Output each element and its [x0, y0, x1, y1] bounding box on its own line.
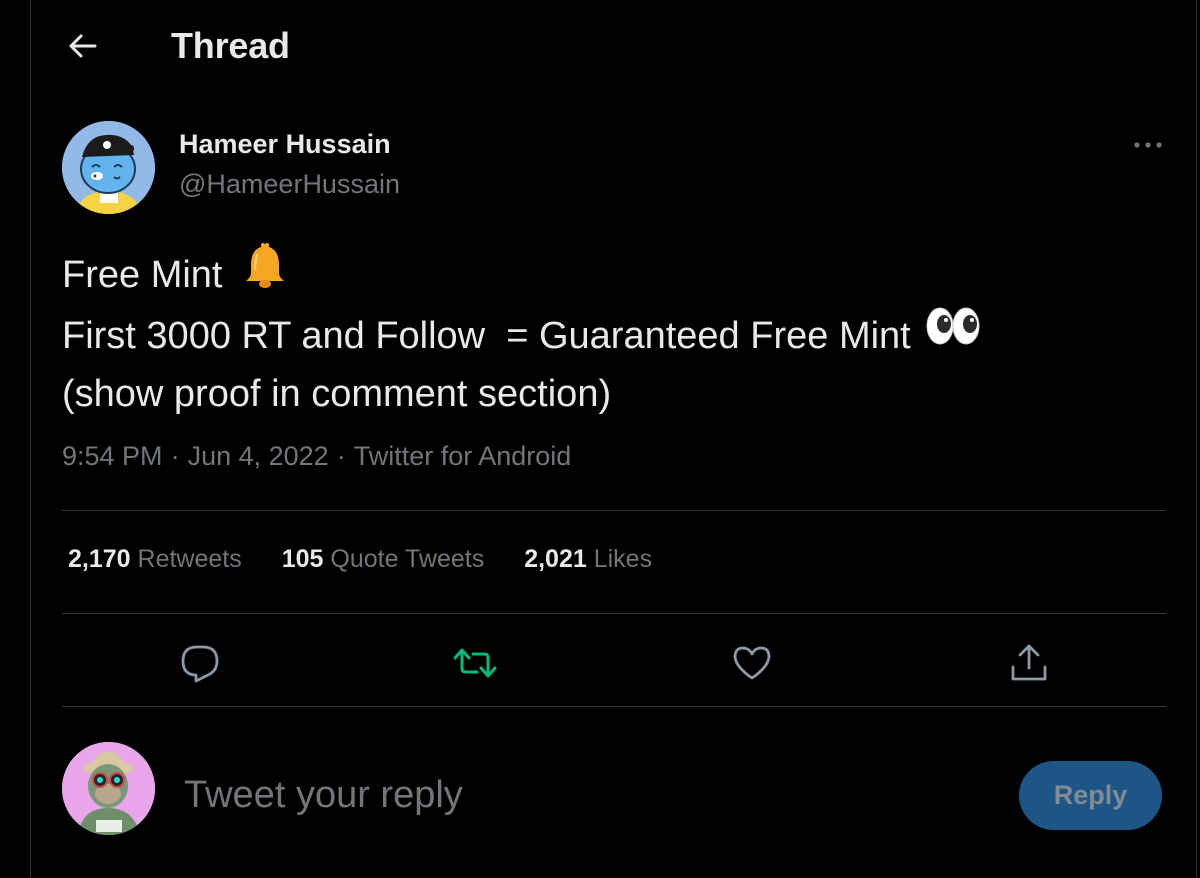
- divider: [62, 613, 1166, 614]
- author-name[interactable]: Hameer Hussain: [179, 129, 391, 160]
- thread-header: Thread: [60, 18, 290, 74]
- reply-submit-button[interactable]: Reply: [1019, 761, 1162, 830]
- page-title: Thread: [171, 25, 290, 66]
- tweet-source[interactable]: Twitter for Android: [354, 441, 572, 472]
- tweet-author: Hameer Hussain @HameerHussain: [62, 121, 1172, 215]
- column-border-right: [1196, 0, 1197, 878]
- user-avatar[interactable]: [62, 742, 155, 835]
- tweet-text: Free Mint First 3000 RT and Follow = Gua…: [62, 243, 1172, 422]
- ape-avatar-icon: [62, 742, 155, 835]
- quote-tweets-stat[interactable]: 105 Quote Tweets: [282, 545, 484, 574]
- back-button[interactable]: [60, 24, 104, 68]
- heart-icon: [733, 646, 771, 680]
- bell-emoji-icon: [245, 241, 285, 305]
- tweet-line: Free Mint: [62, 243, 1172, 309]
- column-border-left: [30, 0, 31, 878]
- retweet-button[interactable]: [450, 638, 500, 688]
- tweet-line: (show proof in comment section): [62, 373, 612, 415]
- tweet-actions: [62, 620, 1166, 706]
- author-handle[interactable]: @HameerHussain: [179, 169, 400, 200]
- tweet-meta: 9:54 PM · Jun 4, 2022 · Twitter for Andr…: [62, 441, 571, 472]
- reply-icon: [181, 645, 219, 683]
- tweet-stats: 2,170 Retweets 105 Quote Tweets 2,021 Li…: [68, 545, 692, 574]
- likes-stat[interactable]: 2,021 Likes: [524, 545, 652, 574]
- thread-page: Thread Hameer Hussain @HameerHussain Fre…: [0, 0, 1200, 878]
- more-options-button[interactable]: [1128, 133, 1168, 157]
- retweet-icon: [453, 648, 497, 678]
- eyes-emoji-icon: [925, 305, 981, 363]
- tweet-line: First 3000 RT and Follow = Guaranteed Fr…: [62, 307, 1172, 367]
- more-horizontal-icon: [1134, 142, 1162, 148]
- share-icon: [1011, 644, 1047, 681]
- author-avatar[interactable]: [62, 121, 155, 214]
- arrow-left-icon: [69, 34, 97, 58]
- meta-separator: ·: [336, 441, 346, 471]
- retweets-stat[interactable]: 2,170 Retweets: [68, 545, 242, 574]
- divider: [62, 510, 1166, 511]
- tweet-time[interactable]: 9:54 PM: [62, 441, 163, 472]
- meta-separator: ·: [170, 441, 180, 471]
- reply-input[interactable]: [182, 766, 986, 824]
- divider: [62, 706, 1166, 707]
- reply-button[interactable]: [175, 638, 225, 688]
- share-button[interactable]: [1004, 638, 1054, 688]
- like-button[interactable]: [727, 638, 777, 688]
- tweet-date[interactable]: Jun 4, 2022: [188, 441, 329, 472]
- cool-cat-avatar-icon: [62, 121, 155, 214]
